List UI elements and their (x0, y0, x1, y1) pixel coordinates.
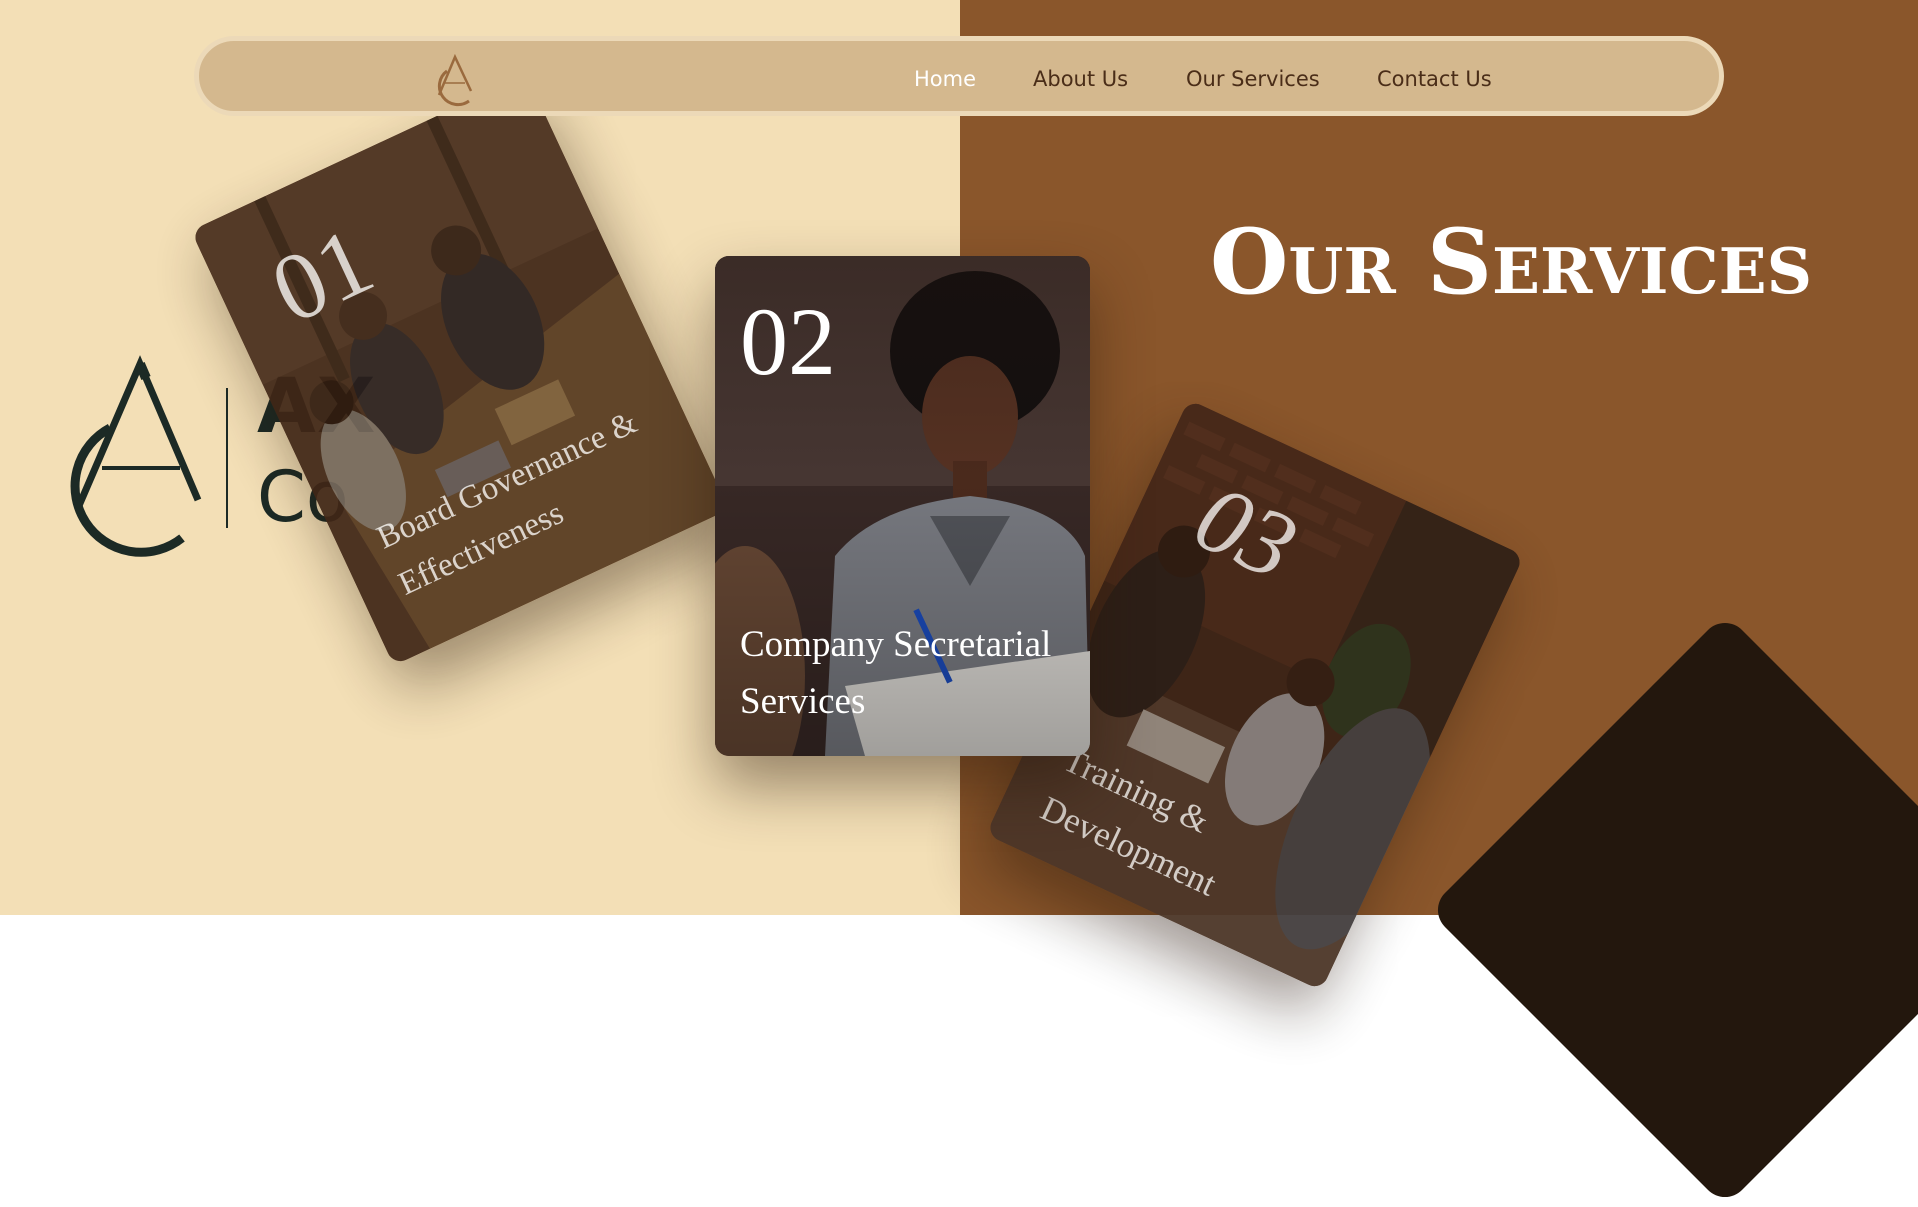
card-title: Company Secretarial Services (740, 624, 1052, 723)
navbar: Home About Us Our Services Contact Us (194, 36, 1724, 116)
nav-home-link[interactable]: Home (914, 67, 976, 91)
nav-contact-link[interactable]: Contact Us (1377, 67, 1492, 91)
page-title: Our Services (1210, 209, 1813, 315)
nav-links: Home About Us Our Services Contact Us (199, 41, 1719, 111)
nav-services-link[interactable]: Our Services (1186, 67, 1320, 91)
service-card-2[interactable]: 02 Company Secretarial Services (715, 256, 1090, 756)
card-number: 02 (740, 288, 836, 395)
nav-about-link[interactable]: About Us (1033, 67, 1128, 91)
brand-monogram-icon (70, 355, 202, 557)
brand-divider (226, 388, 228, 528)
